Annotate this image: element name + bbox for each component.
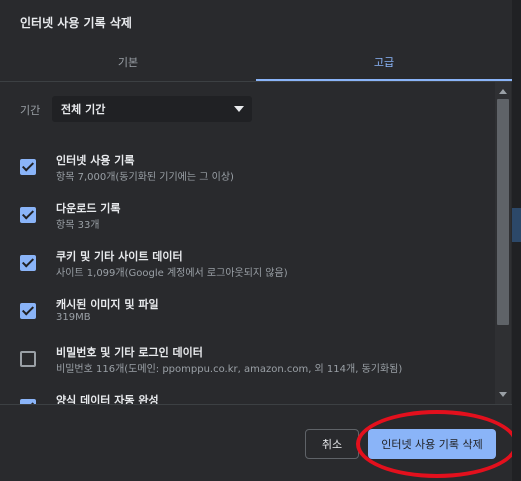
dropdown-arrow-icon [234, 106, 244, 112]
checkbox-browsing-history[interactable] [20, 159, 36, 175]
item-title: 양식 데이터 자동 완성 [56, 394, 159, 404]
item-title: 다운로드 기록 [56, 202, 121, 215]
scrollbar-thumb[interactable] [497, 99, 509, 325]
data-type-list: 인터넷 사용 기록 항목 7,000개(동기화된 기기에는 그 이상) 다운로드… [0, 136, 494, 404]
checkbox-cookies[interactable] [20, 255, 36, 271]
list-item-cookies[interactable]: 쿠키 및 기타 사이트 데이터 사이트 1,099개(Google 계정에서 로… [0, 248, 494, 296]
item-title: 캐시된 이미지 및 파일 [56, 298, 159, 311]
item-subtitle: 319MB [56, 312, 91, 323]
checkbox-cache[interactable] [20, 303, 36, 319]
clear-browsing-data-dialog: 인터넷 사용 기록 삭제 기본 고급 기간 전체 기간 인터넷 사용 기록 항목… [0, 0, 512, 481]
list-item-download-history[interactable]: 다운로드 기록 항목 33개 [0, 200, 494, 248]
list-scrollbar[interactable] [495, 82, 511, 404]
scroll-down-arrow-icon[interactable] [499, 392, 507, 397]
item-subtitle: 항목 33개 [56, 220, 100, 231]
list-item-browsing-history[interactable]: 인터넷 사용 기록 항목 7,000개(동기화된 기기에는 그 이상) [0, 152, 494, 200]
item-subtitle: 항목 7,000개(동기화된 기기에는 그 이상) [56, 172, 234, 183]
time-range-label: 기간 [20, 104, 41, 117]
item-subtitle: 사이트 1,099개(Google 계정에서 로그아웃되지 않음) [56, 268, 288, 279]
tab-basic[interactable]: 기본 [0, 44, 256, 80]
time-range-select[interactable]: 전체 기간 [52, 96, 252, 122]
dialog-title: 인터넷 사용 기록 삭제 [20, 16, 132, 30]
scroll-up-arrow-icon[interactable] [499, 89, 507, 94]
tab-bar: 기본 고급 [0, 44, 512, 82]
active-tab-indicator [256, 79, 512, 81]
checkbox-passwords[interactable] [20, 351, 36, 367]
footer-divider [0, 404, 512, 405]
tab-advanced[interactable]: 고급 [256, 44, 512, 80]
item-title: 비밀번호 및 기타 로그인 데이터 [56, 346, 203, 359]
background-window-edge [512, 0, 521, 481]
list-item-cache[interactable]: 캐시된 이미지 및 파일 319MB [0, 296, 494, 344]
item-title: 쿠키 및 기타 사이트 데이터 [56, 250, 183, 263]
background-highlight [512, 208, 521, 242]
list-item-autofill[interactable]: 양식 데이터 자동 완성 [0, 392, 494, 404]
clear-data-button[interactable]: 인터넷 사용 기록 삭제 [368, 429, 496, 459]
time-range-value: 전체 기간 [61, 103, 106, 116]
item-subtitle: 비밀번호 116개(도메인: ppomppu.co.kr, amazon.com… [56, 364, 403, 375]
checkbox-download-history[interactable] [20, 207, 36, 223]
list-item-passwords[interactable]: 비밀번호 및 기타 로그인 데이터 비밀번호 116개(도메인: ppomppu… [0, 344, 494, 392]
cancel-button[interactable]: 취소 [305, 429, 359, 459]
item-title: 인터넷 사용 기록 [56, 154, 135, 167]
